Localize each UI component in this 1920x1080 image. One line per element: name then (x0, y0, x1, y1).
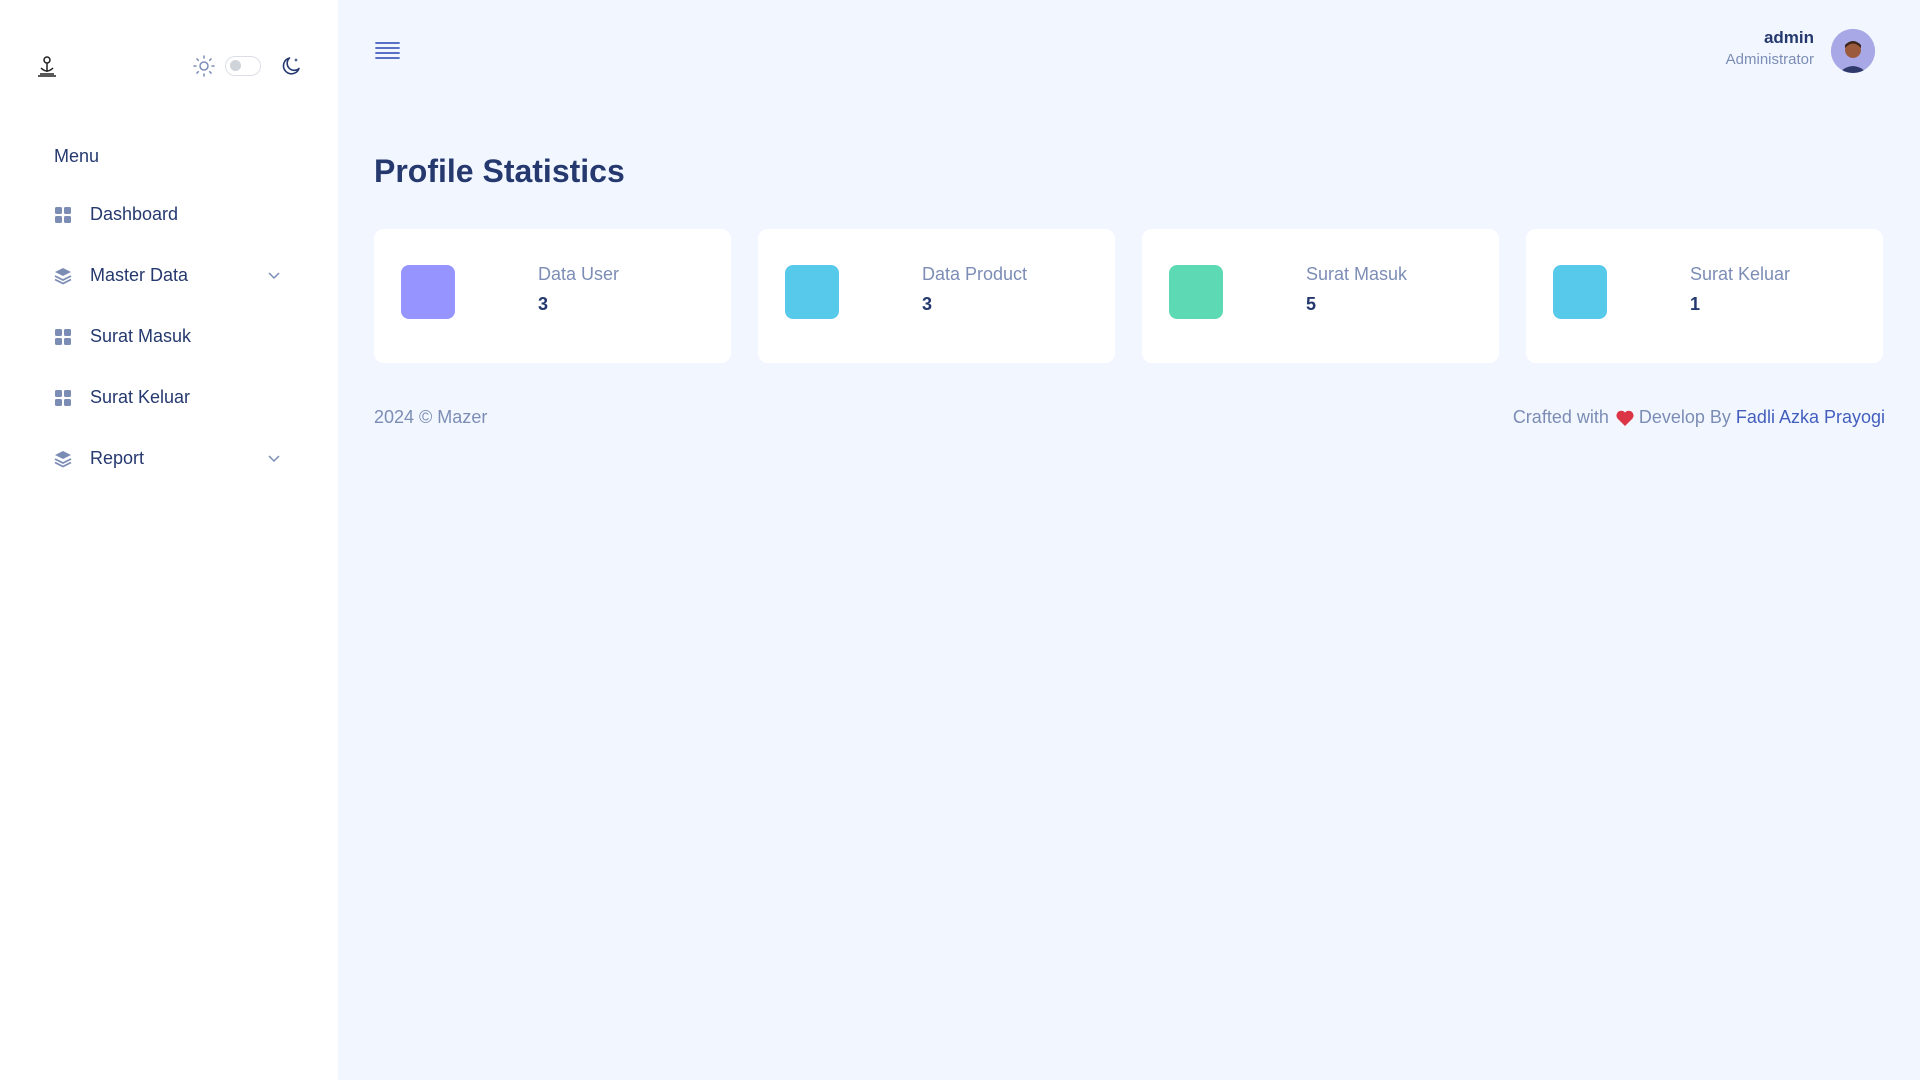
stat-card-surat-masuk: Surat Masuk 5 (1142, 229, 1499, 363)
sidebar-item-label: Surat Keluar (90, 387, 191, 407)
sidebar-item-dashboard[interactable]: Dashboard (0, 184, 338, 245)
hamburger-menu-icon[interactable] (374, 38, 401, 64)
sidebar-header (0, 0, 338, 130)
sidebar-item-label: Report (90, 448, 145, 468)
theme-switch-knob (230, 60, 241, 71)
stat-label: Data Product (922, 264, 1028, 284)
stat-icon (1553, 265, 1607, 319)
stat-label: Surat Keluar (1690, 264, 1791, 284)
user-info[interactable]: admin Administrator (1726, 28, 1814, 70)
footer-copyright: 2024 © Mazer (374, 407, 488, 427)
stat-value: 1 (1690, 294, 1701, 314)
stat-value: 3 (922, 294, 933, 314)
stat-icon (401, 265, 455, 319)
stat-label: Surat Masuk (1306, 264, 1408, 284)
grid-icon (55, 206, 71, 223)
sidebar-item-label: Dashboard (90, 204, 179, 224)
theme-switch[interactable] (225, 56, 261, 76)
avatar[interactable] (1831, 29, 1875, 73)
sidebar-item-master-data[interactable]: Master Data (0, 245, 338, 306)
stat-card-surat-keluar: Surat Keluar 1 (1526, 229, 1883, 363)
stack-icon (54, 267, 72, 285)
sidebar-item-report[interactable]: Report (0, 428, 338, 489)
stat-icon (1169, 265, 1223, 319)
user-role: Administrator (1725, 51, 1814, 68)
theme-toggle (192, 54, 303, 78)
sidebar-item-label: Master Data (90, 265, 189, 285)
sidebar-item-surat-keluar[interactable]: Surat Keluar (0, 367, 338, 428)
sun-icon (193, 55, 215, 77)
stat-card-data-user: Data User 3 (374, 229, 731, 363)
menu-title: Menu (54, 146, 100, 166)
sidebar-menu: Dashboard Master Data Surat Masuk Surat … (0, 184, 338, 489)
sidebar-item-label: Surat Masuk (90, 326, 192, 346)
stat-icon (785, 265, 839, 319)
sidebar: Menu Dashboard Master Data Surat Masuk S… (0, 0, 338, 1080)
grid-icon (55, 389, 71, 406)
avatar-image (1831, 29, 1875, 73)
stat-value: 5 (1306, 294, 1317, 314)
footer-crafted-prefix: Crafted with (1512, 407, 1609, 427)
grid-icon (55, 328, 71, 345)
user-name: admin (1763, 28, 1814, 47)
stack-icon (54, 450, 72, 468)
page-title: Profile Statistics (374, 153, 625, 189)
chevron-down-icon (268, 272, 280, 280)
stat-value: 3 (538, 294, 549, 314)
stat-label: Data User (538, 264, 620, 284)
heart-icon (1616, 410, 1634, 426)
chevron-down-icon (268, 455, 280, 463)
author-link[interactable]: Fadli Azka Prayogi (1736, 407, 1885, 428)
stats-cards: Data User 3 Data Product 3 Surat Masuk 5… (374, 229, 1883, 363)
stat-card-data-product: Data Product 3 (758, 229, 1115, 363)
logo-icon[interactable] (35, 54, 59, 78)
footer-credits: Crafted with Develop By Fadli Azka Prayo… (1513, 407, 1885, 428)
moon-icon (282, 57, 300, 75)
footer-crafted-middle: Develop By (1638, 407, 1731, 427)
sidebar-item-surat-masuk[interactable]: Surat Masuk (0, 306, 338, 367)
